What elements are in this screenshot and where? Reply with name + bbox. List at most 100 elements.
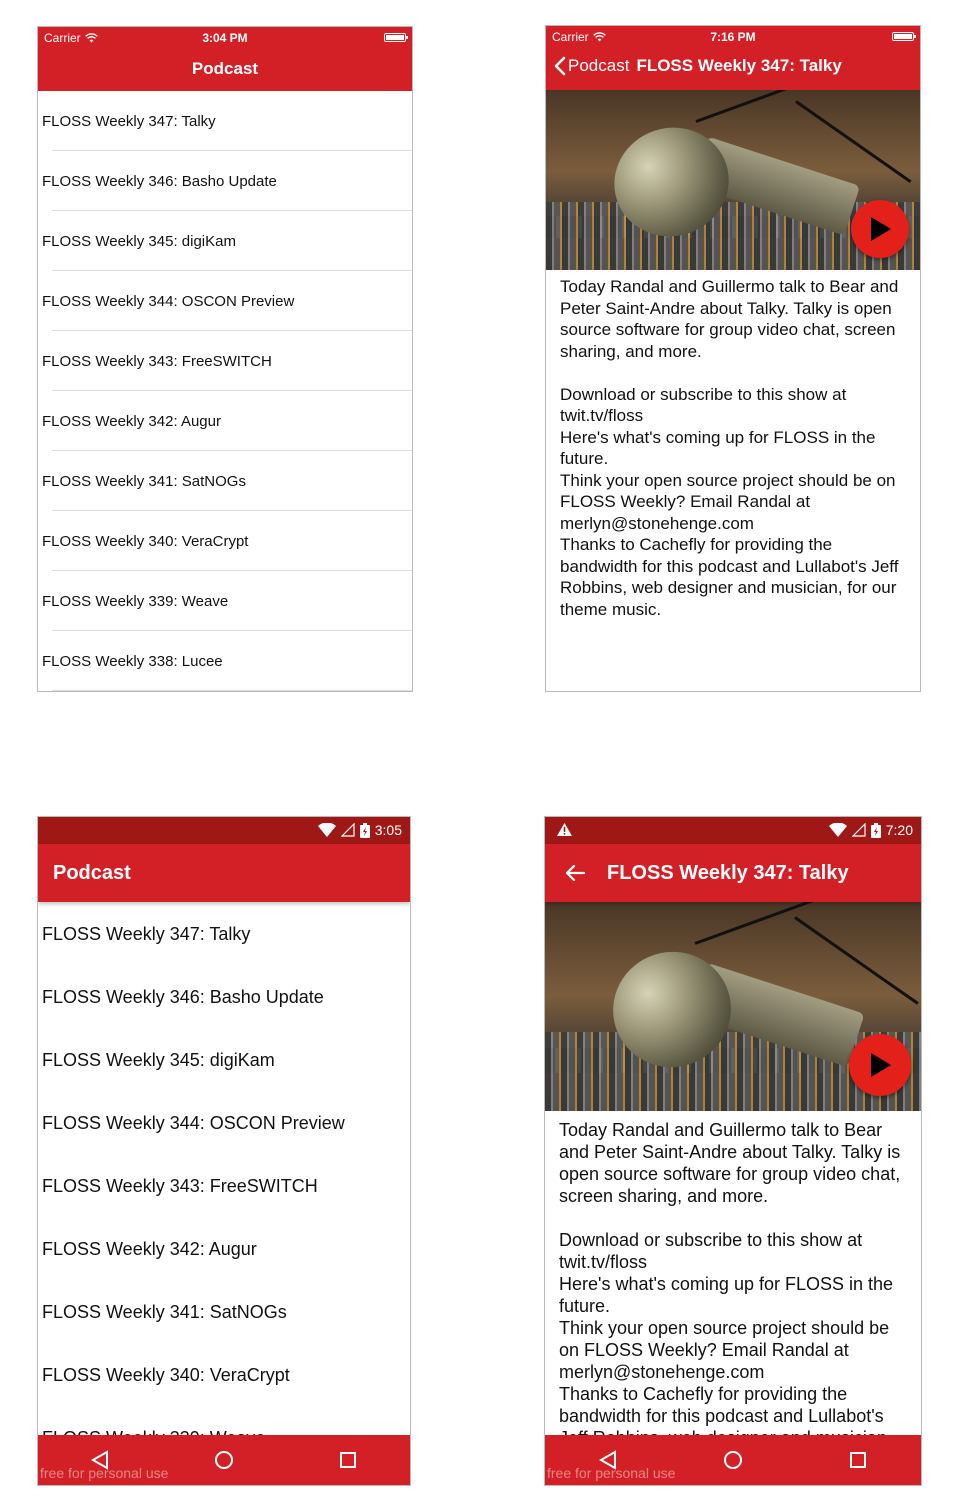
battery-icon [359, 822, 370, 838]
ios-list-screen: Carrier 3:04 PM Podcast FLOSS Weekly 347… [37, 26, 413, 692]
description-think: Think your open source project should be… [559, 1318, 890, 1382]
episode-title: FLOSS Weekly 339: Weave [42, 592, 229, 610]
back-button[interactable]: Podcast FLOSS Weekly 347: Talky [554, 56, 842, 76]
back-button[interactable] [565, 864, 586, 887]
nav-recents-button[interactable] [328, 1440, 368, 1480]
square-recents-icon [340, 1452, 356, 1468]
list-item[interactable]: FLOSS Weekly 341: SatNOGs [38, 451, 412, 511]
list-item[interactable]: FLOSS Weekly 343: FreeSWITCH [38, 331, 412, 391]
episode-title: FLOSS Weekly 345: digiKam [42, 232, 236, 250]
android-app-bar: FLOSS Weekly 347: Talky [545, 844, 921, 902]
list-item[interactable]: FLOSS Weekly 344: OSCON Preview [38, 271, 412, 331]
watermark: free for personal use [547, 1465, 676, 1481]
episode-title: FLOSS Weekly 341: SatNOGs [42, 472, 246, 490]
description-download: Download or subscribe to this show at tw… [559, 1230, 863, 1272]
list-item[interactable]: FLOSS Weekly 345: digiKam [38, 211, 412, 271]
episode-description: Today Randal and Guillermo talk to Bear … [545, 1111, 921, 1471]
android-detail-screen: 7:20 FLOSS Weekly 347: Talky Today Randa… [544, 816, 922, 1486]
wifi-icon [828, 823, 847, 837]
back-label: Podcast [568, 56, 630, 75]
android-nav-bar: free for personal use [545, 1435, 921, 1485]
episode-title: FLOSS Weekly 347: Talky [42, 112, 216, 130]
episode-title: FLOSS Weekly 344: OSCON Preview [42, 292, 295, 310]
episode-title: FLOSS Weekly 338: Lucee [42, 652, 223, 670]
android-status-bar: 7:20 [545, 817, 921, 844]
list-item[interactable]: FLOSS Weekly 347: Talky [38, 91, 412, 151]
page-title: Podcast [191, 59, 259, 78]
android-list-screen: 3:05 Podcast FLOSS Weekly 347: Talky FLO… [37, 816, 411, 1486]
nav-home-button[interactable] [204, 1440, 244, 1480]
list-item[interactable]: FLOSS Weekly 340: VeraCrypt [38, 1344, 410, 1407]
play-button[interactable] [849, 1034, 911, 1096]
ios-nav-bar: Podcast FLOSS Weekly 347: Talky [546, 48, 920, 90]
status-time: 3:04 PM [202, 31, 248, 45]
android-app-bar: Podcast [38, 844, 410, 902]
episode-title: FLOSS Weekly 343: FreeSWITCH [42, 352, 272, 370]
ios-status-bar: Carrier 7:16 PM [546, 26, 920, 48]
warning-icon [557, 823, 572, 836]
list-item[interactable]: FLOSS Weekly 346: Basho Update [38, 151, 412, 211]
cell-signal-icon [851, 823, 866, 837]
nav-home-button[interactable] [713, 1440, 753, 1480]
description-thanks: Thanks to Cachefly for providing the ban… [560, 535, 899, 619]
status-time: 3:05 [374, 822, 402, 838]
nav-recents-button[interactable] [838, 1440, 878, 1480]
android-nav-bar: free for personal use [38, 1435, 410, 1485]
list-item[interactable]: FLOSS Weekly 339: Weave [38, 571, 412, 631]
episode-artwork [545, 902, 921, 1111]
episode-title: FLOSS Weekly 346: Basho Update [42, 172, 277, 190]
circle-home-icon [215, 1451, 233, 1469]
description-intro: Today Randal and Guillermo talk to Bear … [559, 1120, 901, 1206]
battery-icon [892, 32, 916, 41]
episode-title: FLOSS Weekly 347: Talky [42, 924, 251, 944]
episode-title: FLOSS Weekly 346: Basho Update [42, 987, 324, 1007]
page-title: FLOSS Weekly 347: Talky [607, 862, 849, 884]
cell-signal-icon [340, 823, 355, 837]
episode-list: FLOSS Weekly 347: Talky FLOSS Weekly 346… [38, 91, 412, 691]
list-item[interactable]: FLOSS Weekly 344: OSCON Preview [38, 1092, 410, 1155]
episode-title: FLOSS Weekly 343: FreeSWITCH [42, 1176, 318, 1196]
episode-title: FLOSS Weekly 345: digiKam [42, 1050, 275, 1070]
ios-status-bar: Carrier 3:04 PM [38, 27, 412, 49]
episode-description: Today Randal and Guillermo talk to Bear … [546, 270, 920, 620]
description-intro: Today Randal and Guillermo talk to Bear … [560, 277, 899, 361]
battery-icon [384, 33, 408, 42]
chevron-left-icon [554, 56, 566, 76]
circle-home-icon [723, 1451, 742, 1469]
page-title: FLOSS Weekly 347: Talky [636, 56, 842, 75]
ios-header: Carrier 3:04 PM Podcast [38, 27, 412, 91]
play-icon [871, 217, 891, 241]
play-button[interactable] [851, 200, 909, 258]
description-coming-up: Here's what's coming up for FLOSS in the… [559, 1274, 894, 1316]
wifi-icon [317, 823, 336, 837]
episode-list: FLOSS Weekly 347: Talky FLOSS Weekly 346… [38, 902, 410, 1470]
episode-title: FLOSS Weekly 340: VeraCrypt [42, 1365, 290, 1385]
list-item[interactable]: FLOSS Weekly 342: Augur [38, 391, 412, 451]
list-item[interactable]: FLOSS Weekly 340: VeraCrypt [38, 511, 412, 571]
list-item[interactable]: FLOSS Weekly 341: SatNOGs [38, 1281, 410, 1344]
android-status-bar: 3:05 [38, 817, 410, 844]
ios-detail-screen: Carrier 7:16 PM Podcast FLOSS Weekly 347… [545, 25, 921, 692]
episode-title: FLOSS Weekly 344: OSCON Preview [42, 1113, 345, 1133]
status-time: 7:16 PM [710, 30, 756, 44]
episode-title: FLOSS Weekly 342: Augur [42, 1239, 257, 1259]
episode-title: FLOSS Weekly 342: Augur [42, 412, 221, 430]
list-item[interactable]: FLOSS Weekly 345: digiKam [38, 1029, 410, 1092]
episode-artwork [546, 90, 920, 270]
episode-title: FLOSS Weekly 341: SatNOGs [42, 1302, 287, 1322]
list-item[interactable]: FLOSS Weekly 346: Basho Update [38, 966, 410, 1029]
description-coming-up: Here's what's coming up for FLOSS in the… [560, 427, 876, 469]
list-item[interactable]: FLOSS Weekly 343: FreeSWITCH [38, 1155, 410, 1218]
arrow-left-icon [565, 864, 586, 882]
ios-nav-bar: Podcast [38, 49, 412, 91]
list-item[interactable]: FLOSS Weekly 338: Lucee [38, 631, 412, 691]
watermark: free for personal use [40, 1465, 169, 1481]
list-item[interactable]: FLOSS Weekly 342: Augur [38, 1218, 410, 1281]
episode-title: FLOSS Weekly 340: VeraCrypt [42, 532, 249, 550]
square-recents-icon [850, 1452, 867, 1468]
list-item[interactable]: FLOSS Weekly 347: Talky [38, 903, 410, 966]
description-think: Think your open source project should be… [560, 470, 896, 533]
ios-header: Carrier 7:16 PM Podcast FLOSS Weekly 347… [546, 26, 920, 90]
play-icon [871, 1053, 891, 1077]
description-download: Download or subscribe to this show at tw… [560, 384, 847, 426]
